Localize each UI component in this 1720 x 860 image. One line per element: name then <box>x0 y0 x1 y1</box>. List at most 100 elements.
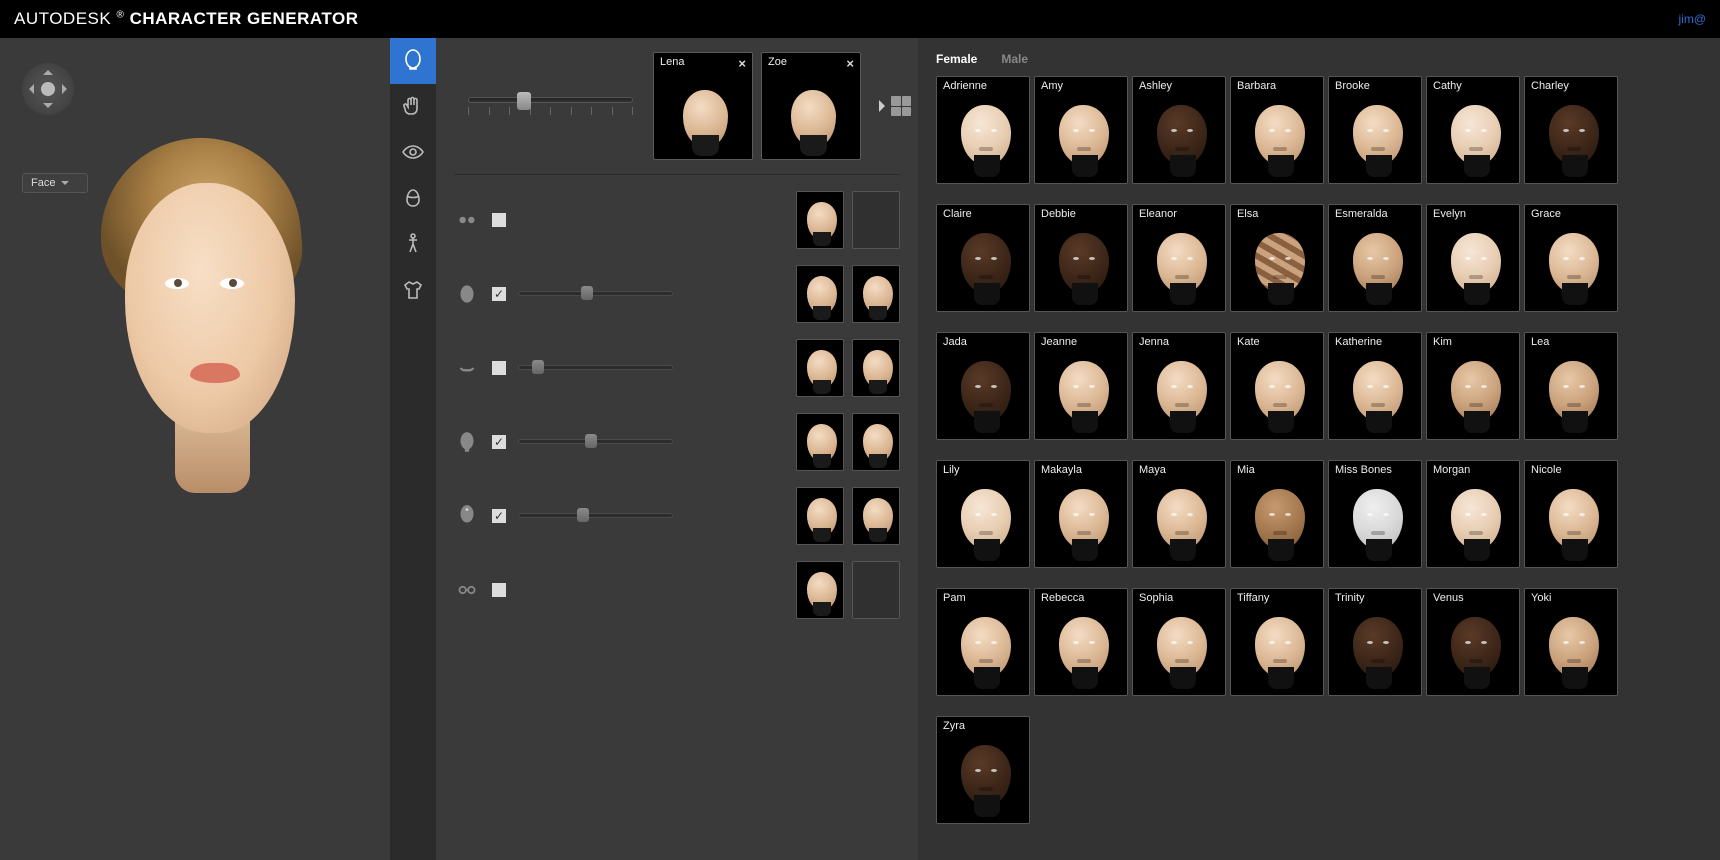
orbit-gizmo[interactable] <box>22 63 74 115</box>
feature-row-jaw: ✓ <box>454 487 900 545</box>
brand-light: AUTODESK <box>14 9 111 28</box>
preset-label: Morgan <box>1433 464 1470 476</box>
face-preset[interactable]: Rebecca <box>1034 588 1128 696</box>
face-preset[interactable]: Maya <box>1132 460 1226 568</box>
face-preset[interactable]: Claire <box>936 204 1030 312</box>
user-link[interactable]: jim@ <box>1678 12 1706 26</box>
gender-tabs: Female Male <box>936 52 1702 66</box>
arrow-right-icon <box>879 100 891 112</box>
face-preset[interactable]: Sophia <box>1132 588 1226 696</box>
face-preset[interactable]: Nicole <box>1524 460 1618 568</box>
face-preset[interactable]: Elsa <box>1230 204 1324 312</box>
category-skin[interactable] <box>390 84 436 130</box>
tab-male[interactable]: Male <box>1001 52 1028 66</box>
feature-thumb-a[interactable] <box>796 413 844 471</box>
preset-label: Jada <box>943 336 967 348</box>
preset-label: Claire <box>943 208 972 220</box>
category-clothes[interactable] <box>390 268 436 314</box>
face-preset[interactable]: Jenna <box>1132 332 1226 440</box>
face-preset[interactable]: Makayla <box>1034 460 1128 568</box>
feature-thumb-a[interactable] <box>796 265 844 323</box>
close-icon[interactable]: × <box>738 56 746 71</box>
face-preset[interactable]: Trinity <box>1328 588 1422 696</box>
face-preset[interactable]: Morgan <box>1426 460 1520 568</box>
feature-thumb-b[interactable] <box>852 413 900 471</box>
face-preset[interactable]: Lily <box>936 460 1030 568</box>
face-preset[interactable]: Esmeralda <box>1328 204 1422 312</box>
feature-thumb-a[interactable] <box>796 561 844 619</box>
feature-checkbox[interactable]: ✓ <box>492 287 506 301</box>
preset-label: Amy <box>1041 80 1063 92</box>
face-preset[interactable]: Kim <box>1426 332 1520 440</box>
feature-row-nose: ✓ <box>454 413 900 471</box>
tab-female[interactable]: Female <box>936 52 977 66</box>
face-icon <box>401 48 425 75</box>
preset-label: Katherine <box>1335 336 1382 348</box>
glasses-feature-icon <box>454 577 480 603</box>
master-blend-slider[interactable] <box>468 86 633 126</box>
preset-label: Barbara <box>1237 80 1276 92</box>
feature-checkbox[interactable]: ✓ <box>492 435 506 449</box>
category-eyes[interactable] <box>390 130 436 176</box>
feature-thumb-b[interactable] <box>852 487 900 545</box>
view-select[interactable]: Face <box>22 173 88 193</box>
face-preset[interactable]: Evelyn <box>1426 204 1520 312</box>
face-preset[interactable]: Pam <box>936 588 1030 696</box>
face-preset[interactable]: Yoki <box>1524 588 1618 696</box>
jaw-feature-icon <box>454 503 480 529</box>
face-preset[interactable]: Ashley <box>1132 76 1226 184</box>
preset-label: Jeanne <box>1041 336 1077 348</box>
face-preset[interactable]: Amy <box>1034 76 1128 184</box>
feature-row-mouth <box>454 339 900 397</box>
face-preset[interactable]: Eleanor <box>1132 204 1226 312</box>
preset-label: Trinity <box>1335 592 1365 604</box>
face-preset[interactable]: Miss Bones <box>1328 460 1422 568</box>
feature-thumb-a[interactable] <box>796 339 844 397</box>
face-preset[interactable]: Mia <box>1230 460 1324 568</box>
face-preset[interactable]: Charley <box>1524 76 1618 184</box>
blend-source-0[interactable]: Lena× <box>653 52 753 160</box>
feature-thumb-b-empty[interactable] <box>852 561 900 619</box>
feature-checkbox[interactable] <box>492 213 506 227</box>
feature-checkbox[interactable]: ✓ <box>492 509 506 523</box>
category-face[interactable] <box>390 38 436 84</box>
feature-slider[interactable] <box>518 363 673 373</box>
category-hair[interactable] <box>390 176 436 222</box>
feature-thumb-b[interactable] <box>852 339 900 397</box>
blend-source-1[interactable]: Zoe× <box>761 52 861 160</box>
face-preset[interactable]: Cathy <box>1426 76 1520 184</box>
feature-thumb-b-empty[interactable] <box>852 191 900 249</box>
face-preset[interactable]: Tiffany <box>1230 588 1324 696</box>
eye-icon <box>401 140 425 167</box>
preset-label: Cathy <box>1433 80 1462 92</box>
feature-checkbox[interactable] <box>492 361 506 375</box>
face-preset[interactable]: Zyra <box>936 716 1030 824</box>
category-body[interactable] <box>390 222 436 268</box>
face-preset[interactable]: Katherine <box>1328 332 1422 440</box>
face-preset[interactable]: Venus <box>1426 588 1520 696</box>
face-preset[interactable]: Debbie <box>1034 204 1128 312</box>
feature-slider[interactable] <box>518 511 673 521</box>
face-preset[interactable]: Jeanne <box>1034 332 1128 440</box>
viewport-panel[interactable]: Face <box>0 38 390 860</box>
feature-slider[interactable] <box>518 289 673 299</box>
preset-label: Adrienne <box>943 80 987 92</box>
face-preset[interactable]: Jada <box>936 332 1030 440</box>
close-icon[interactable]: × <box>846 56 854 71</box>
feature-thumb-a[interactable] <box>796 191 844 249</box>
feature-checkbox[interactable] <box>492 583 506 597</box>
feature-thumb-b[interactable] <box>852 265 900 323</box>
feature-thumb-a[interactable] <box>796 487 844 545</box>
face-preset[interactable]: Brooke <box>1328 76 1422 184</box>
expand-library-toggle[interactable] <box>875 96 911 116</box>
blend-panel: Lena×Zoe× ✓ ✓ ✓ <box>436 38 918 860</box>
face-preset[interactable]: Grace <box>1524 204 1618 312</box>
preset-label: Debbie <box>1041 208 1076 220</box>
character-preview[interactable] <box>80 138 340 508</box>
topbar: AUTODESK ® CHARACTER GENERATOR jim@ <box>0 0 1720 38</box>
face-preset[interactable]: Adrienne <box>936 76 1030 184</box>
face-preset[interactable]: Kate <box>1230 332 1324 440</box>
face-preset[interactable]: Barbara <box>1230 76 1324 184</box>
feature-slider[interactable] <box>518 437 673 447</box>
face-preset[interactable]: Lea <box>1524 332 1618 440</box>
